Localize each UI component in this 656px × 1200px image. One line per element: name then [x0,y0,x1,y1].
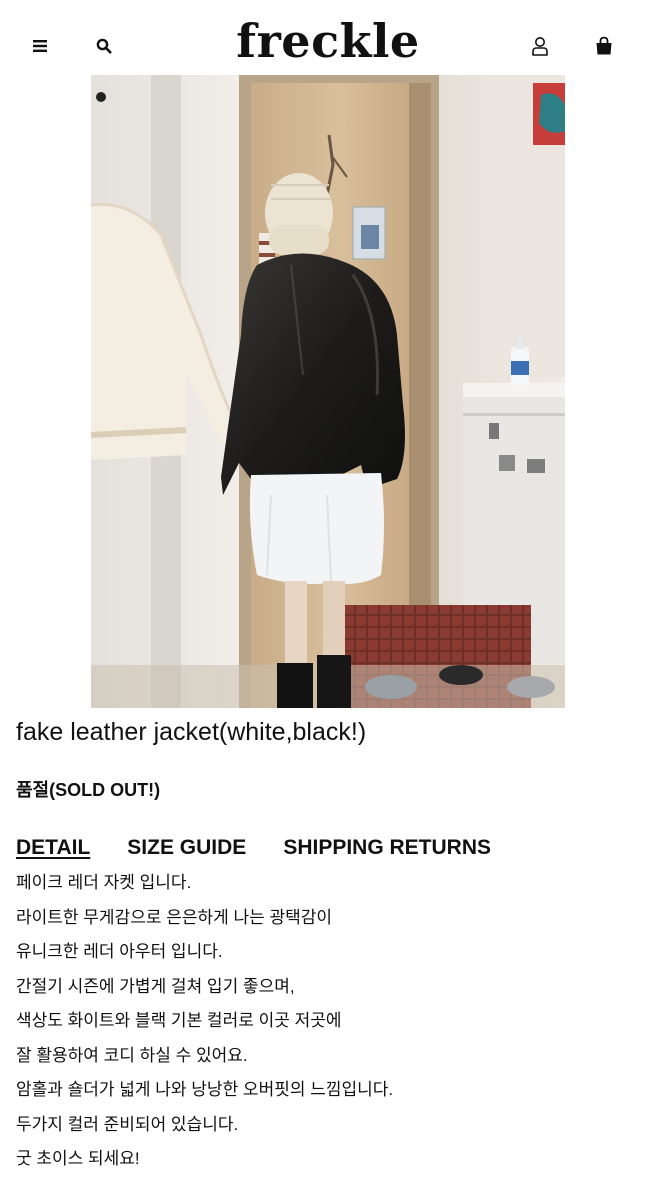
product-info-tabs: DETAIL SIZE GUIDE SHIPPING RETURNS [16,836,491,864]
user-account-icon [532,37,548,56]
description-line: 라이트한 무게감으로 은은하게 나는 광택감이 [16,907,333,927]
account-button[interactable] [526,31,554,61]
description-line: 유니크한 레더 아우터 입니다. [16,942,223,961]
product-photo[interactable] [91,75,565,708]
description-line: 간절기 시즌에 가볍게 걸쳐 입기 좋으며, [16,976,295,996]
description-line: 잘 활용하여 코디 하실 수 있어요. [16,1045,248,1065]
product-photo-illustration [91,75,565,708]
sold-out-status: 품절(SOLD OUT!) [16,780,161,800]
site-logo[interactable]: freckle [0,14,656,68]
product-description: 페이크 레더 자켓 입니다. 라이트한 무게감으로 은은하게 나는 광택감이 유… [16,872,636,1183]
description-line: 두가지 컬러 준비되어 있습니다. [16,1114,239,1134]
product-title: fake leather jacket(white,black!) [16,718,367,746]
description-line: 굿 초이스 되세요! [16,1149,140,1168]
description-line: 페이크 레더 자켓 입니다. [16,873,192,892]
description-line: 색상도 화이트와 블랙 기본 컬러로 이곳 저곳에 [16,1011,342,1030]
tab-size-guide[interactable]: SIZE GUIDE [127,836,246,864]
cart-button[interactable] [590,31,618,61]
shopping-bag-icon [596,36,612,55]
tab-detail[interactable]: DETAIL [16,836,90,864]
description-line: 암홀과 숄더가 넓게 나와 낭낭한 오버핏의 느낌입니다. [16,1080,394,1099]
tab-shipping-returns[interactable]: SHIPPING RETURNS [283,836,491,864]
site-header: freckle [0,0,656,80]
